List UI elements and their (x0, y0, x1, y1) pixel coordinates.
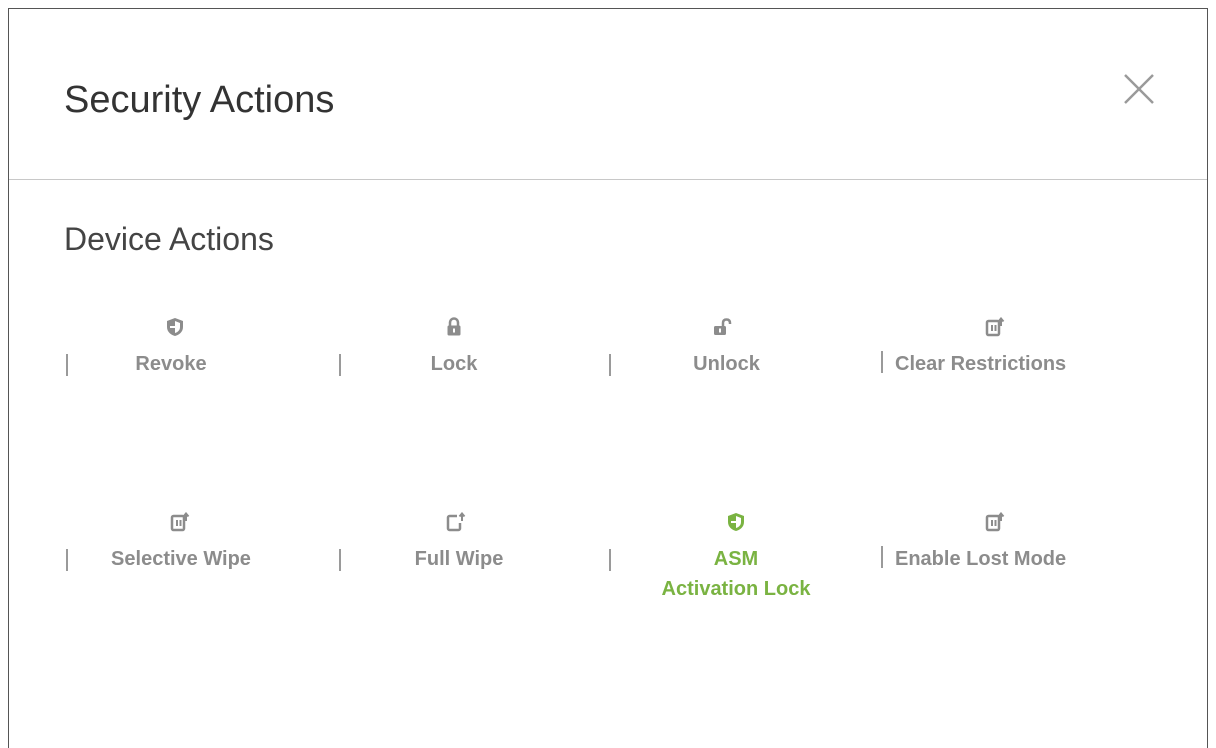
action-label-line: ASM (713, 548, 759, 570)
divider (881, 351, 883, 373)
revoke-action-button[interactable]: Revoke (66, 317, 336, 427)
action-label: Full Wipe (414, 548, 504, 570)
action-label: Unlock (693, 353, 760, 375)
action-label: Selective Wipe (111, 548, 251, 570)
enable-lost-mode-action-button[interactable]: Enable Lost Mode (881, 512, 1151, 622)
device-export-icon (985, 512, 1005, 532)
section-title: Device Actions (64, 221, 274, 257)
device-export-icon (985, 317, 1005, 337)
dialog-header: Security Actions (9, 9, 1207, 180)
action-label: Revoke (135, 353, 207, 375)
action-label: ASM Activation Lock (609, 544, 863, 604)
shield-icon (728, 513, 744, 531)
device-export-icon (170, 512, 190, 532)
action-label-line: Activation Lock (661, 578, 811, 600)
unlock-icon (714, 318, 732, 335)
action-label: Clear Restrictions (895, 353, 1067, 375)
full-wipe-action-button[interactable]: Full Wipe (339, 512, 609, 622)
security-actions-dialog: Security Actions Device Actions Revoke L… (8, 8, 1208, 748)
device-outline-export-icon (446, 512, 466, 532)
lock-action-button[interactable]: Lock (339, 317, 609, 427)
dialog-title: Security Actions (64, 79, 335, 121)
lock-icon (447, 317, 461, 336)
asm-activation-lock-action-button[interactable]: ASM Activation Lock (609, 512, 879, 622)
unlock-action-button[interactable]: Unlock (609, 317, 879, 427)
action-label: Lock (430, 353, 478, 375)
action-label: Enable Lost Mode (895, 548, 1067, 570)
divider (881, 546, 883, 568)
close-icon (1124, 74, 1154, 104)
shield-icon (167, 318, 183, 336)
clear-restrictions-action-button[interactable]: Clear Restrictions (881, 317, 1151, 427)
selective-wipe-action-button[interactable]: Selective Wipe (66, 512, 336, 622)
close-button[interactable] (1121, 71, 1157, 107)
